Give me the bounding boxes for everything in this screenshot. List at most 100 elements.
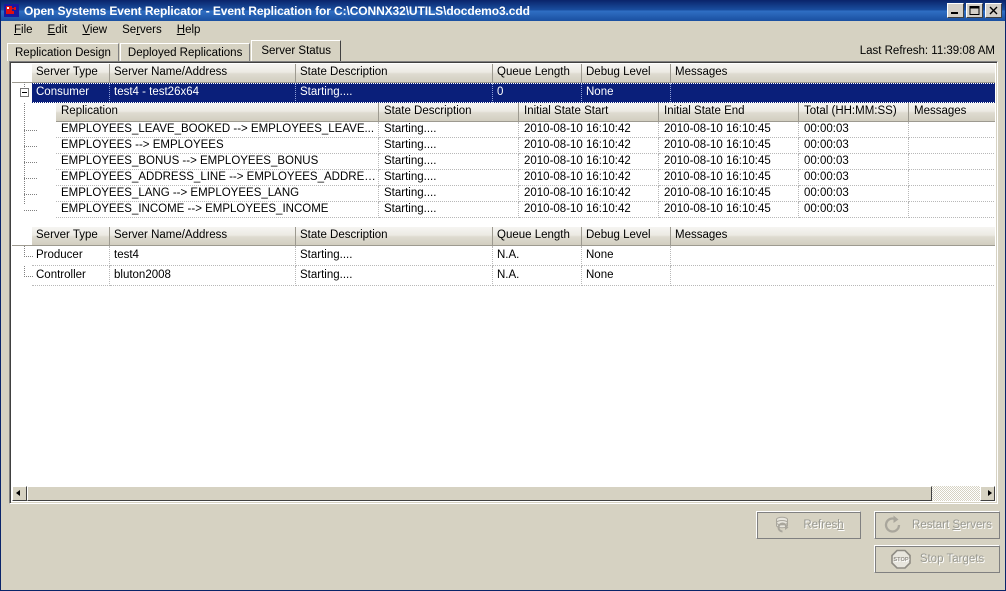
- refresh-button[interactable]: Refresh: [756, 511, 861, 539]
- tab-replication-design[interactable]: Replication Design: [7, 43, 119, 61]
- col-messages[interactable]: Messages: [671, 64, 995, 83]
- col-server-type[interactable]: Server Type: [32, 64, 110, 83]
- action-button-bar: Refresh Restart Servers STOP Stop Target…: [1, 504, 1005, 590]
- col-debug-level[interactable]: Debug Level: [582, 227, 671, 246]
- cell-state-description: Starting....: [379, 122, 519, 138]
- stop-sign-icon: STOP: [890, 548, 912, 570]
- subcol-initial-state-start[interactable]: Initial State Start: [519, 103, 659, 122]
- cell-initial-state-start: 2010-08-10 16:10:42: [519, 154, 659, 170]
- tab-strip: Replication Design Deployed Replications…: [1, 39, 1005, 61]
- scroll-left-arrow-icon[interactable]: [12, 486, 27, 501]
- tree-line-branch-3: [24, 162, 38, 163]
- svg-text:STOP: STOP: [893, 557, 908, 563]
- table-row[interactable]: EMPLOYEES_ADDRESS_LINE --> EMPLOYEES_ADD…: [56, 170, 995, 186]
- stop-targets-button[interactable]: STOP Stop Targets: [874, 545, 1000, 573]
- cell-initial-state-end: 2010-08-10 16:10:45: [659, 202, 799, 218]
- maximize-button[interactable]: [966, 3, 983, 18]
- tree-branch-controller: [12, 266, 32, 286]
- table-row[interactable]: EMPLOYEES_INCOME --> EMPLOYEES_INCOME St…: [56, 202, 995, 218]
- cell-initial-state-end: 2010-08-10 16:10:45: [659, 122, 799, 138]
- table-row[interactable]: Producer test4 Starting.... N.A. None: [12, 246, 995, 266]
- cell-state-description: Starting....: [296, 83, 493, 103]
- cell-replication: EMPLOYEES_LEAVE_BOOKED --> EMPLOYEES_LEA…: [56, 122, 379, 138]
- col-queue-length[interactable]: Queue Length: [493, 64, 582, 83]
- restart-servers-button-label: Restart Servers: [912, 519, 992, 531]
- col-server-type[interactable]: Server Type: [32, 227, 110, 246]
- refresh-button-label: Refresh: [803, 519, 843, 531]
- cell-initial-state-end: 2010-08-10 16:10:45: [659, 154, 799, 170]
- cell-server-type: Consumer: [32, 83, 110, 103]
- cell-initial-state-start: 2010-08-10 16:10:42: [519, 186, 659, 202]
- tree-branch-producer: [12, 246, 32, 266]
- subcol-initial-state-end[interactable]: Initial State End: [659, 103, 799, 122]
- close-button[interactable]: [985, 3, 1002, 18]
- cell-server-type: Producer: [32, 246, 110, 266]
- cell-server-type: Controller: [32, 266, 110, 286]
- tree-expander-cell[interactable]: [12, 83, 32, 103]
- tree-line-branch: [24, 276, 34, 277]
- tree-line-branch-4: [24, 178, 38, 179]
- col-debug-level[interactable]: Debug Level: [582, 64, 671, 83]
- menu-item-help[interactable]: Help: [170, 22, 209, 39]
- scroll-right-arrow-icon[interactable]: [980, 486, 995, 501]
- cell-queue-length: 0: [493, 83, 582, 103]
- subcol-messages[interactable]: Messages: [909, 103, 995, 122]
- tab-deployed-replications[interactable]: Deployed Replications: [120, 43, 250, 61]
- col-state-description[interactable]: State Description: [296, 64, 493, 83]
- cell-debug-level: None: [582, 266, 671, 286]
- application-window: Open Systems Event Replicator - Event Re…: [0, 0, 1006, 591]
- table-row[interactable]: Controller bluton2008 Starting.... N.A. …: [12, 266, 995, 286]
- table-row-consumer[interactable]: Consumer test4 - test26x64 Starting.... …: [12, 83, 995, 103]
- subcol-state-description[interactable]: State Description: [379, 103, 519, 122]
- other-servers-grid-header: Server Type Server Name/Address State De…: [12, 227, 995, 246]
- table-row[interactable]: EMPLOYEES_LEAVE_BOOKED --> EMPLOYEES_LEA…: [56, 122, 995, 138]
- subcol-replication[interactable]: Replication: [56, 103, 379, 122]
- window-title: Open Systems Event Replicator - Event Re…: [24, 4, 945, 18]
- cell-messages: [671, 266, 995, 286]
- cell-initial-state-end: 2010-08-10 16:10:45: [659, 170, 799, 186]
- col-queue-length[interactable]: Queue Length: [493, 227, 582, 246]
- tree-line-branch-5: [24, 194, 38, 195]
- table-row[interactable]: EMPLOYEES --> EMPLOYEES Starting.... 201…: [56, 138, 995, 154]
- col-messages[interactable]: Messages: [671, 227, 995, 246]
- cell-total: 00:00:03: [799, 154, 909, 170]
- tree-line-vertical: [24, 103, 25, 204]
- cell-server-name: test4 - test26x64: [110, 83, 296, 103]
- cell-initial-state-start: 2010-08-10 16:10:42: [519, 202, 659, 218]
- scrollbar-thumb[interactable]: [27, 486, 932, 501]
- cell-total: 00:00:03: [799, 138, 909, 154]
- cell-total: 00:00:03: [799, 122, 909, 138]
- collapse-icon[interactable]: [20, 88, 29, 97]
- tree-gutter-header-2: [12, 227, 32, 246]
- menu-item-view[interactable]: View: [75, 22, 115, 39]
- menu-item-edit[interactable]: Edit: [41, 22, 76, 39]
- col-state-description[interactable]: State Description: [296, 227, 493, 246]
- minimize-button[interactable]: [947, 3, 964, 18]
- menu-bar: File Edit View Servers Help: [1, 21, 1005, 39]
- restart-servers-button[interactable]: Restart Servers: [874, 511, 1000, 539]
- other-servers-grid: Server Type Server Name/Address State De…: [12, 227, 995, 286]
- cell-replication: EMPLOYEES_BONUS --> EMPLOYEES_BONUS: [56, 154, 379, 170]
- cell-messages: [909, 122, 995, 138]
- cell-messages: [909, 202, 995, 218]
- replication-grid: Replication State Description Initial St…: [56, 103, 995, 218]
- scrollbar-track[interactable]: [932, 486, 980, 501]
- subcol-total[interactable]: Total (HH:MM:SS): [799, 103, 909, 122]
- cell-replication: EMPLOYEES_LANG --> EMPLOYEES_LANG: [56, 186, 379, 202]
- col-server-name[interactable]: Server Name/Address: [110, 64, 296, 83]
- menu-item-file[interactable]: File: [7, 22, 41, 39]
- server-status-panel: Server Type Server Name/Address State De…: [9, 61, 998, 504]
- replication-tree-lines: [12, 103, 56, 218]
- horizontal-scrollbar[interactable]: [12, 486, 995, 501]
- cell-queue-length: N.A.: [493, 246, 582, 266]
- replication-grid-block: Replication State Description Initial St…: [12, 103, 995, 218]
- last-refresh-label: Last Refresh: 11:39:08 AM: [860, 45, 995, 57]
- menu-item-servers[interactable]: Servers: [115, 22, 170, 39]
- tab-server-status[interactable]: Server Status: [251, 40, 341, 61]
- table-row[interactable]: EMPLOYEES_LANG --> EMPLOYEES_LANG Starti…: [56, 186, 995, 202]
- table-row[interactable]: EMPLOYEES_BONUS --> EMPLOYEES_BONUS Star…: [56, 154, 995, 170]
- col-server-name[interactable]: Server Name/Address: [110, 227, 296, 246]
- cell-messages: [909, 154, 995, 170]
- tree-line-vertical: [24, 246, 25, 256]
- cell-total: 00:00:03: [799, 170, 909, 186]
